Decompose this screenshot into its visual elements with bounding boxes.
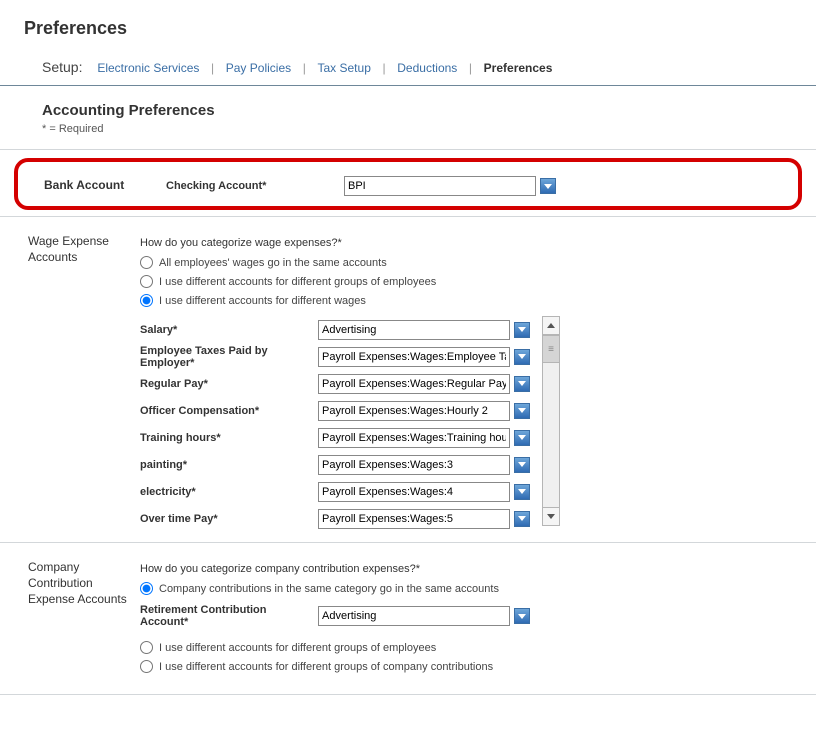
wage-field-label: Officer Compensation*	[140, 405, 318, 417]
wage-radio-groups[interactable]	[140, 275, 153, 288]
page-title: Preferences	[0, 0, 816, 53]
company-contribution-question: How do you categorize company contributi…	[140, 561, 816, 579]
wage-radio-groups-label[interactable]: I use different accounts for different g…	[159, 276, 436, 288]
scroll-track[interactable]	[543, 363, 559, 507]
wage-expense-section: Wage Expense Accounts How do you categor…	[0, 217, 816, 542]
officer-comp-input[interactable]	[318, 401, 510, 421]
painting-input[interactable]	[318, 455, 510, 475]
checking-account-input[interactable]	[344, 176, 536, 196]
dropdown-icon[interactable]	[514, 430, 530, 446]
tab-deductions[interactable]: Deductions	[393, 61, 461, 75]
retirement-input[interactable]	[318, 606, 510, 626]
dropdown-icon[interactable]	[514, 511, 530, 527]
checking-account-dropdown-icon[interactable]	[540, 178, 556, 194]
contrib-radio-contribs[interactable]	[140, 660, 153, 673]
wage-radio-same-label[interactable]: All employees' wages go in the same acco…	[159, 257, 387, 269]
wage-field-label: electricity*	[140, 486, 318, 498]
checking-account-label: Checking Account*	[166, 180, 344, 192]
wage-field-label: Over time Pay*	[140, 513, 318, 525]
wage-field-label: Regular Pay*	[140, 378, 318, 390]
dropdown-icon[interactable]	[514, 457, 530, 473]
setup-label: Setup:	[42, 59, 82, 75]
wage-field-label: Training hours*	[140, 432, 318, 444]
dropdown-icon[interactable]	[514, 376, 530, 392]
electricity-input[interactable]	[318, 482, 510, 502]
contrib-radio-same[interactable]	[140, 582, 153, 595]
regular-pay-input[interactable]	[318, 374, 510, 394]
scroll-down-icon[interactable]	[543, 507, 559, 525]
wage-expense-heading: Wage Expense Accounts	[0, 231, 130, 265]
divider: |	[299, 61, 310, 75]
dropdown-icon[interactable]	[514, 349, 530, 365]
wage-radio-same[interactable]	[140, 256, 153, 269]
wage-field-label: Employee Taxes Paid by Employer*	[140, 345, 318, 369]
dropdown-icon[interactable]	[514, 608, 530, 624]
scroll-thumb[interactable]	[543, 335, 559, 363]
section-title: Accounting Preferences	[0, 86, 816, 121]
overtime-pay-input[interactable]	[318, 509, 510, 529]
contrib-radio-contribs-label[interactable]: I use different accounts for different g…	[159, 661, 493, 673]
company-contribution-heading: Company Contribution Expense Accounts	[0, 557, 130, 608]
dropdown-icon[interactable]	[514, 403, 530, 419]
scroll-up-icon[interactable]	[543, 317, 559, 335]
employee-taxes-input[interactable]	[318, 347, 510, 367]
divider: |	[207, 61, 218, 75]
tab-pay-policies[interactable]: Pay Policies	[222, 61, 295, 75]
contrib-radio-groups[interactable]	[140, 641, 153, 654]
tab-electronic-services[interactable]: Electronic Services	[93, 61, 203, 75]
tab-tax-setup[interactable]: Tax Setup	[314, 61, 375, 75]
wage-fields-grid: Salary* Employee Taxes Paid by Employer*	[140, 316, 534, 532]
training-hours-input[interactable]	[318, 428, 510, 448]
bank-account-highlight: Bank Account Checking Account*	[14, 158, 802, 210]
retirement-label: Retirement Contribution Account*	[140, 604, 318, 628]
setup-tabs: Setup: Electronic Services | Pay Policie…	[0, 53, 816, 86]
company-contribution-section: Company Contribution Expense Accounts Ho…	[0, 542, 816, 686]
wage-field-label: Salary*	[140, 324, 318, 336]
bank-account-heading: Bank Account	[40, 168, 156, 192]
contrib-radio-same-label[interactable]: Company contributions in the same catego…	[159, 583, 499, 595]
wage-field-label: painting*	[140, 459, 318, 471]
dropdown-icon[interactable]	[514, 322, 530, 338]
required-note: * = Required	[0, 121, 816, 149]
contrib-radio-groups-label[interactable]: I use different accounts for different g…	[159, 642, 436, 654]
wage-radio-wages[interactable]	[140, 294, 153, 307]
divider: |	[465, 61, 476, 75]
wage-expense-question: How do you categorize wage expenses?*	[140, 235, 816, 253]
tab-preferences-current: Preferences	[480, 61, 557, 75]
salary-input[interactable]	[318, 320, 510, 340]
divider: |	[379, 61, 390, 75]
wage-scrollbar[interactable]	[542, 316, 560, 526]
wage-radio-wages-label[interactable]: I use different accounts for different w…	[159, 295, 366, 307]
dropdown-icon[interactable]	[514, 484, 530, 500]
